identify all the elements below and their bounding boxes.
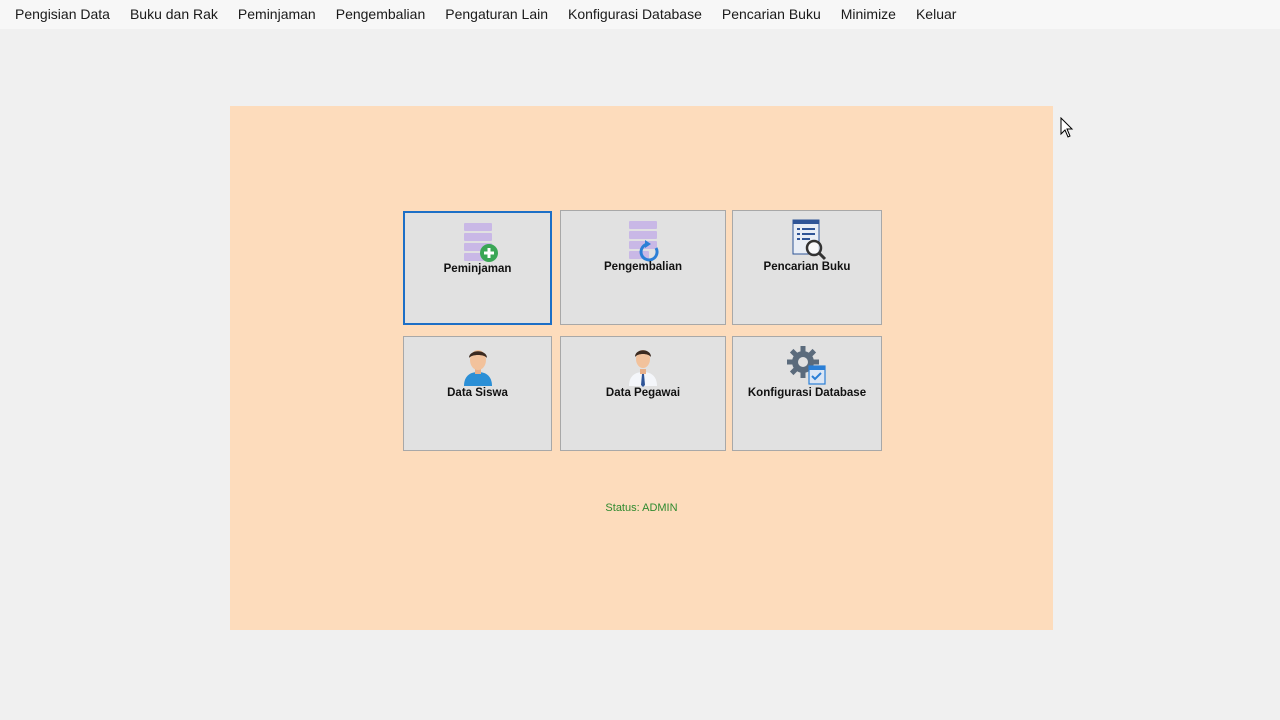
tile-label: Pengembalian <box>604 261 682 273</box>
menu-item-buku-dan-rak[interactable]: Buku dan Rak <box>120 0 228 29</box>
tile-label: Konfigurasi Database <box>747 387 867 399</box>
pencarian-buku-button[interactable]: Pencarian Buku <box>732 210 882 325</box>
document-search-icon <box>792 219 827 261</box>
tile-label: Data Pegawai <box>605 387 681 399</box>
menu-bar: Pengisian Data Buku dan Rak Peminjaman P… <box>0 0 1280 29</box>
konfigurasi-database-button[interactable]: Konfigurasi Database <box>732 336 882 451</box>
menu-item-pengaturan-lain[interactable]: Pengaturan Lain <box>435 0 558 29</box>
menu-item-pengembalian[interactable]: Pengembalian <box>326 0 436 29</box>
menu-item-pengisian-data[interactable]: Pengisian Data <box>5 0 120 29</box>
tile-label: Pencarian Buku <box>763 261 851 273</box>
peminjaman-button[interactable]: Peminjaman <box>403 211 552 325</box>
database-return-icon <box>629 221 659 262</box>
main-panel: Peminjaman Pengembalian Pencarian Buku D… <box>230 106 1053 630</box>
menu-item-minimize[interactable]: Minimize <box>831 0 906 29</box>
menu-item-keluar[interactable]: Keluar <box>906 0 966 29</box>
employee-icon <box>629 350 657 387</box>
menu-item-pencarian-buku[interactable]: Pencarian Buku <box>712 0 831 29</box>
mouse-cursor-icon <box>1060 117 1074 138</box>
menu-item-konfigurasi-database[interactable]: Konfigurasi Database <box>558 0 712 29</box>
database-add-icon <box>463 223 498 262</box>
status-label: Status: ADMIN <box>605 502 678 514</box>
data-siswa-button[interactable]: Data Siswa <box>403 336 552 451</box>
menu-item-peminjaman[interactable]: Peminjaman <box>228 0 326 29</box>
data-pegawai-button[interactable]: Data Pegawai <box>560 336 726 451</box>
gear-checklist-icon <box>787 346 826 385</box>
tile-label: Data Siswa <box>447 387 508 399</box>
pengembalian-button[interactable]: Pengembalian <box>560 210 726 325</box>
student-icon <box>463 350 492 386</box>
tile-label: Peminjaman <box>443 263 512 275</box>
